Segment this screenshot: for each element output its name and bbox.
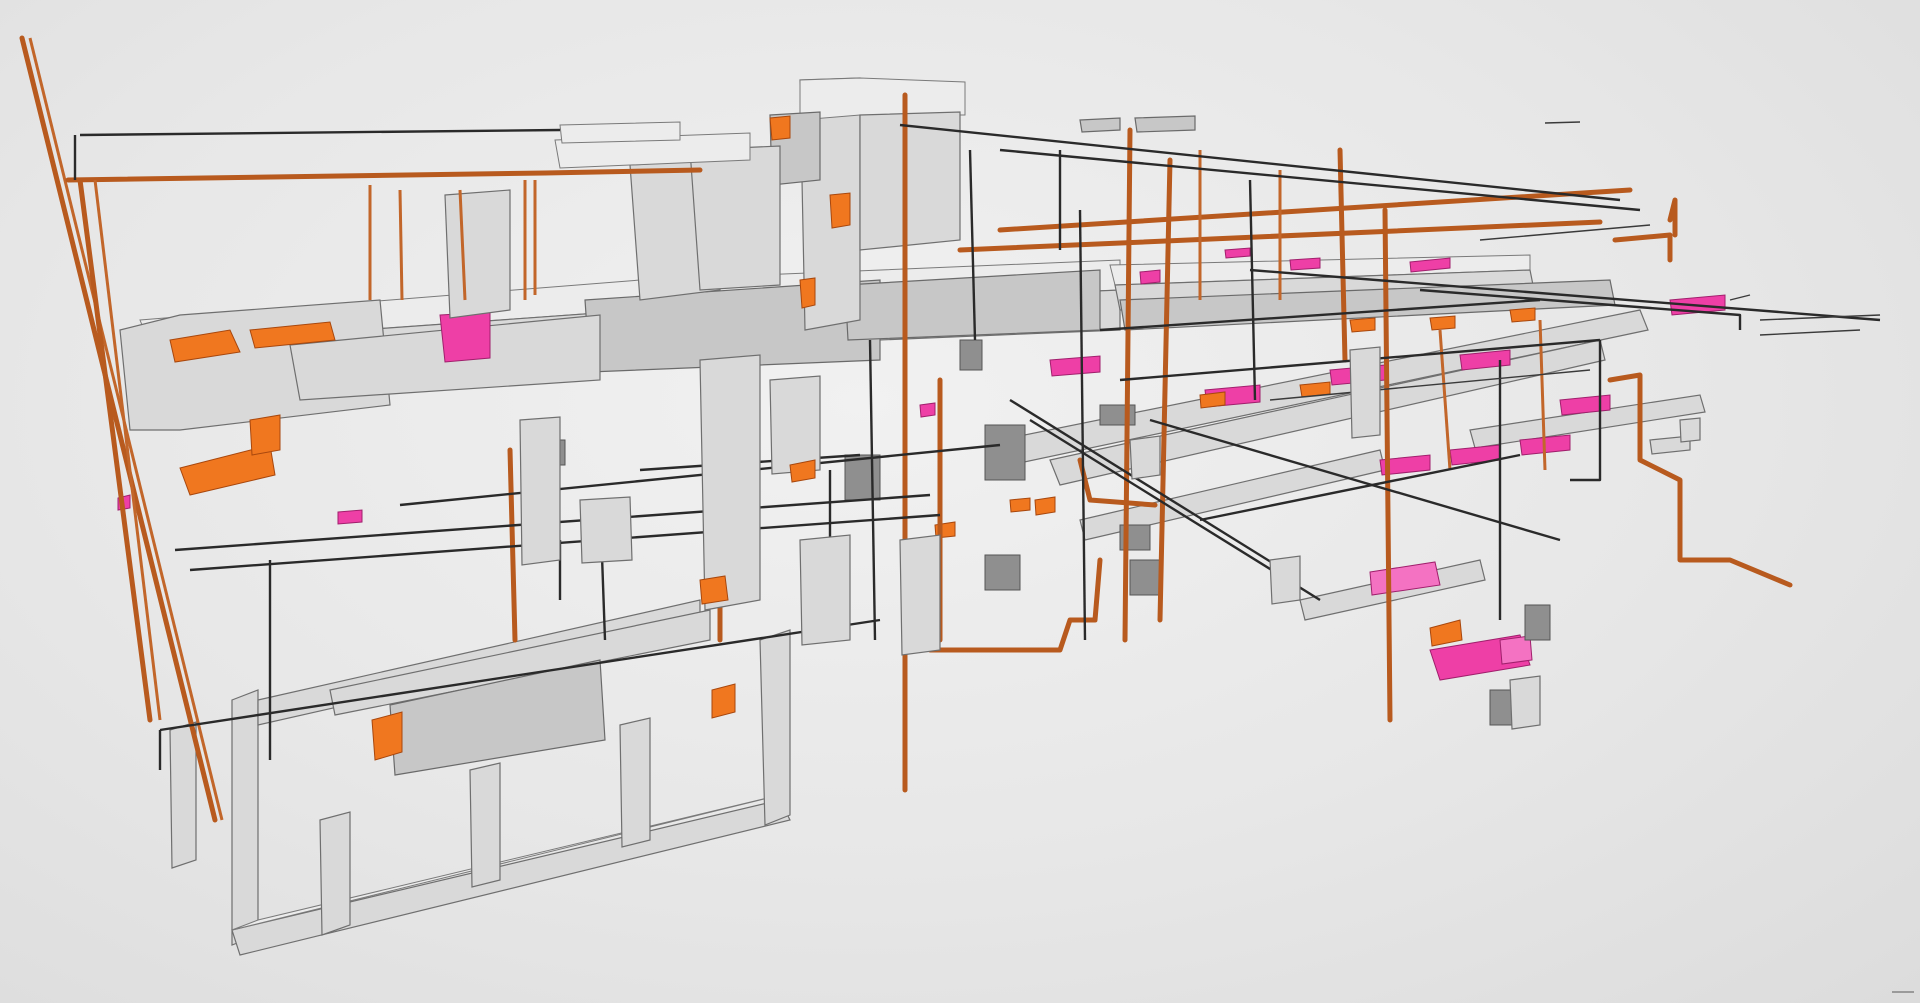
duct-branches[interactable] [519,346,1701,730]
model-3d-viewport[interactable] [0,0,1920,1003]
lower-duct-loop[interactable] [169,599,791,956]
mep-model-scene[interactable] [0,0,1920,1003]
conduit-system[interactable] [73,121,1881,770]
nav-corner-icon [1892,991,1914,1001]
upper-duct-main[interactable] [117,259,1121,525]
